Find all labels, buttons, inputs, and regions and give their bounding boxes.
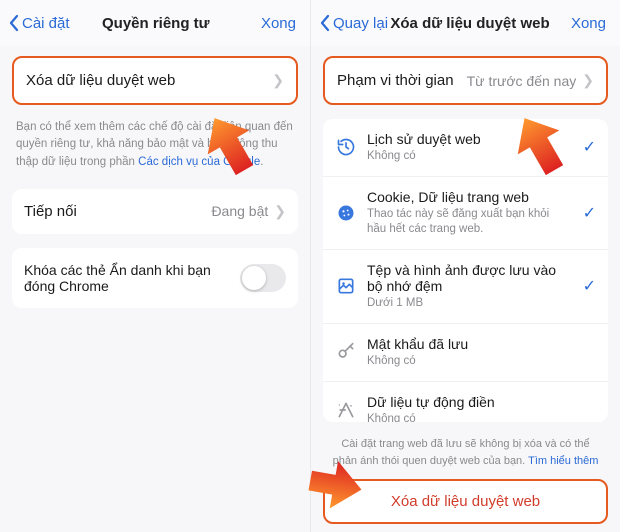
clear-data-button[interactable]: Xóa dữ liệu duyệt web bbox=[323, 479, 608, 524]
screen-privacy: Cài đặt Quyền riêng tư Xong Xóa dữ liệu … bbox=[0, 0, 310, 532]
row-value: Từ trước đến nay bbox=[467, 73, 577, 89]
row-label: Phạm vi thời gian bbox=[337, 72, 454, 89]
clear-data-content: Phạm vi thời gian Từ trước đến nay ❯ Lịc… bbox=[311, 46, 620, 479]
check-icon: ✓ bbox=[578, 203, 596, 223]
clear-browsing-data-row[interactable]: Xóa dữ liệu duyệt web ❯ bbox=[12, 56, 298, 105]
item-body: Dữ liệu tự động điền Không có bbox=[367, 394, 568, 422]
data-type-item[interactable]: Tệp và hình ảnh được lưu vào bộ nhớ đệm D… bbox=[323, 250, 608, 324]
row-label: Tiếp nối bbox=[24, 203, 77, 220]
preload-row[interactable]: Tiếp nối Đang bật ❯ bbox=[12, 189, 298, 234]
item-title: Lịch sử duyệt web bbox=[367, 131, 568, 147]
nav-back-label: Cài đặt bbox=[22, 15, 70, 32]
chevron-right-icon: ❯ bbox=[582, 72, 594, 89]
lock-incognito-toggle[interactable] bbox=[240, 264, 286, 292]
history-icon bbox=[335, 136, 357, 158]
google-services-link[interactable]: Các dịch vụ của Google bbox=[138, 156, 260, 168]
nav-done-label: Xong bbox=[571, 15, 606, 32]
nav-done-label: Xong bbox=[261, 15, 296, 32]
data-type-item[interactable]: Lịch sử duyệt web Không có ✓ bbox=[323, 119, 608, 177]
data-type-item[interactable]: Dữ liệu tự động điền Không có bbox=[323, 382, 608, 422]
item-title: Dữ liệu tự động điền bbox=[367, 394, 568, 410]
nav-back[interactable]: Quay lại bbox=[319, 14, 388, 32]
row-label: Xóa dữ liệu duyệt web bbox=[26, 72, 175, 89]
data-type-item[interactable]: Cookie, Dữ liệu trang web Thao tác này sẽ… bbox=[323, 177, 608, 250]
cache-icon bbox=[335, 275, 357, 297]
navbar: Quay lại Xóa dữ liệu duyệt web Xong bbox=[311, 0, 620, 46]
chevron-right-icon: ❯ bbox=[272, 72, 284, 89]
item-subtitle: Dưới 1 MB bbox=[367, 296, 568, 311]
navbar: Cài đặt Quyền riêng tư Xong bbox=[0, 0, 310, 46]
screen-clear-data: Quay lại Xóa dữ liệu duyệt web Xong Phạm… bbox=[310, 0, 620, 532]
check-icon: ✓ bbox=[578, 137, 596, 157]
nav-done[interactable]: Xong bbox=[242, 15, 302, 32]
row-label: Khóa các thẻ Ẩn danh khi bạn đóng Chrome bbox=[24, 262, 240, 294]
nav-title: Xóa dữ liệu duyệt web bbox=[388, 15, 552, 32]
item-title: Cookie, Dữ liệu trang web bbox=[367, 189, 568, 205]
nav-back[interactable]: Cài đặt bbox=[8, 14, 70, 32]
lock-incognito-row: Khóa các thẻ Ẩn danh khi bạn đóng Chrome bbox=[12, 248, 298, 308]
item-body: Lịch sử duyệt web Không có bbox=[367, 131, 568, 164]
clear-data-button-label: Xóa dữ liệu duyệt web bbox=[391, 493, 540, 510]
chevron-left-icon bbox=[319, 14, 331, 32]
item-body: Tệp và hình ảnh được lưu vào bộ nhớ đệm D… bbox=[367, 262, 568, 311]
chevron-right-icon: ❯ bbox=[274, 203, 286, 220]
item-title: Tệp và hình ảnh được lưu vào bộ nhớ đệm bbox=[367, 262, 568, 294]
item-body: Cookie, Dữ liệu trang web Thao tác này sẽ… bbox=[367, 189, 568, 237]
item-body: Mật khẩu đã lưu Không có bbox=[367, 336, 568, 369]
learn-more-link[interactable]: Tìm hiểu thêm bbox=[528, 455, 598, 467]
nav-done[interactable]: Xong bbox=[552, 15, 612, 32]
row-value: Đang bật bbox=[211, 203, 268, 219]
nav-back-label: Quay lại bbox=[333, 15, 388, 32]
data-type-item[interactable]: Mật khẩu đã lưu Không có bbox=[323, 324, 608, 382]
item-subtitle: Thao tác này sẽ đăng xuất bạn khỏi hầu h… bbox=[367, 207, 568, 237]
check-icon: ✓ bbox=[578, 276, 596, 296]
chevron-left-icon bbox=[8, 14, 20, 32]
time-range-row[interactable]: Phạm vi thời gian Từ trước đến nay ❯ bbox=[323, 56, 608, 105]
data-types-list: Lịch sử duyệt web Không có ✓ Cookie, Dữ liệ… bbox=[323, 119, 608, 422]
autofill-icon bbox=[335, 399, 357, 421]
cookie-icon bbox=[335, 202, 357, 224]
privacy-content: Xóa dữ liệu duyệt web ❯ Bạn có thể xem t… bbox=[0, 46, 310, 532]
item-subtitle: Không có bbox=[367, 149, 568, 164]
item-title: Mật khẩu đã lưu bbox=[367, 336, 568, 352]
privacy-helptext: Bạn có thể xem thêm các chế độ cài đặt l… bbox=[12, 119, 298, 189]
item-subtitle: Không có bbox=[367, 354, 568, 369]
footer-helptext: Cài đặt trang web đã lưu sẽ không bị xóa… bbox=[323, 436, 608, 479]
key-icon bbox=[335, 341, 357, 363]
item-subtitle: Không có bbox=[367, 412, 568, 422]
nav-title: Quyền riêng tư bbox=[70, 15, 242, 32]
